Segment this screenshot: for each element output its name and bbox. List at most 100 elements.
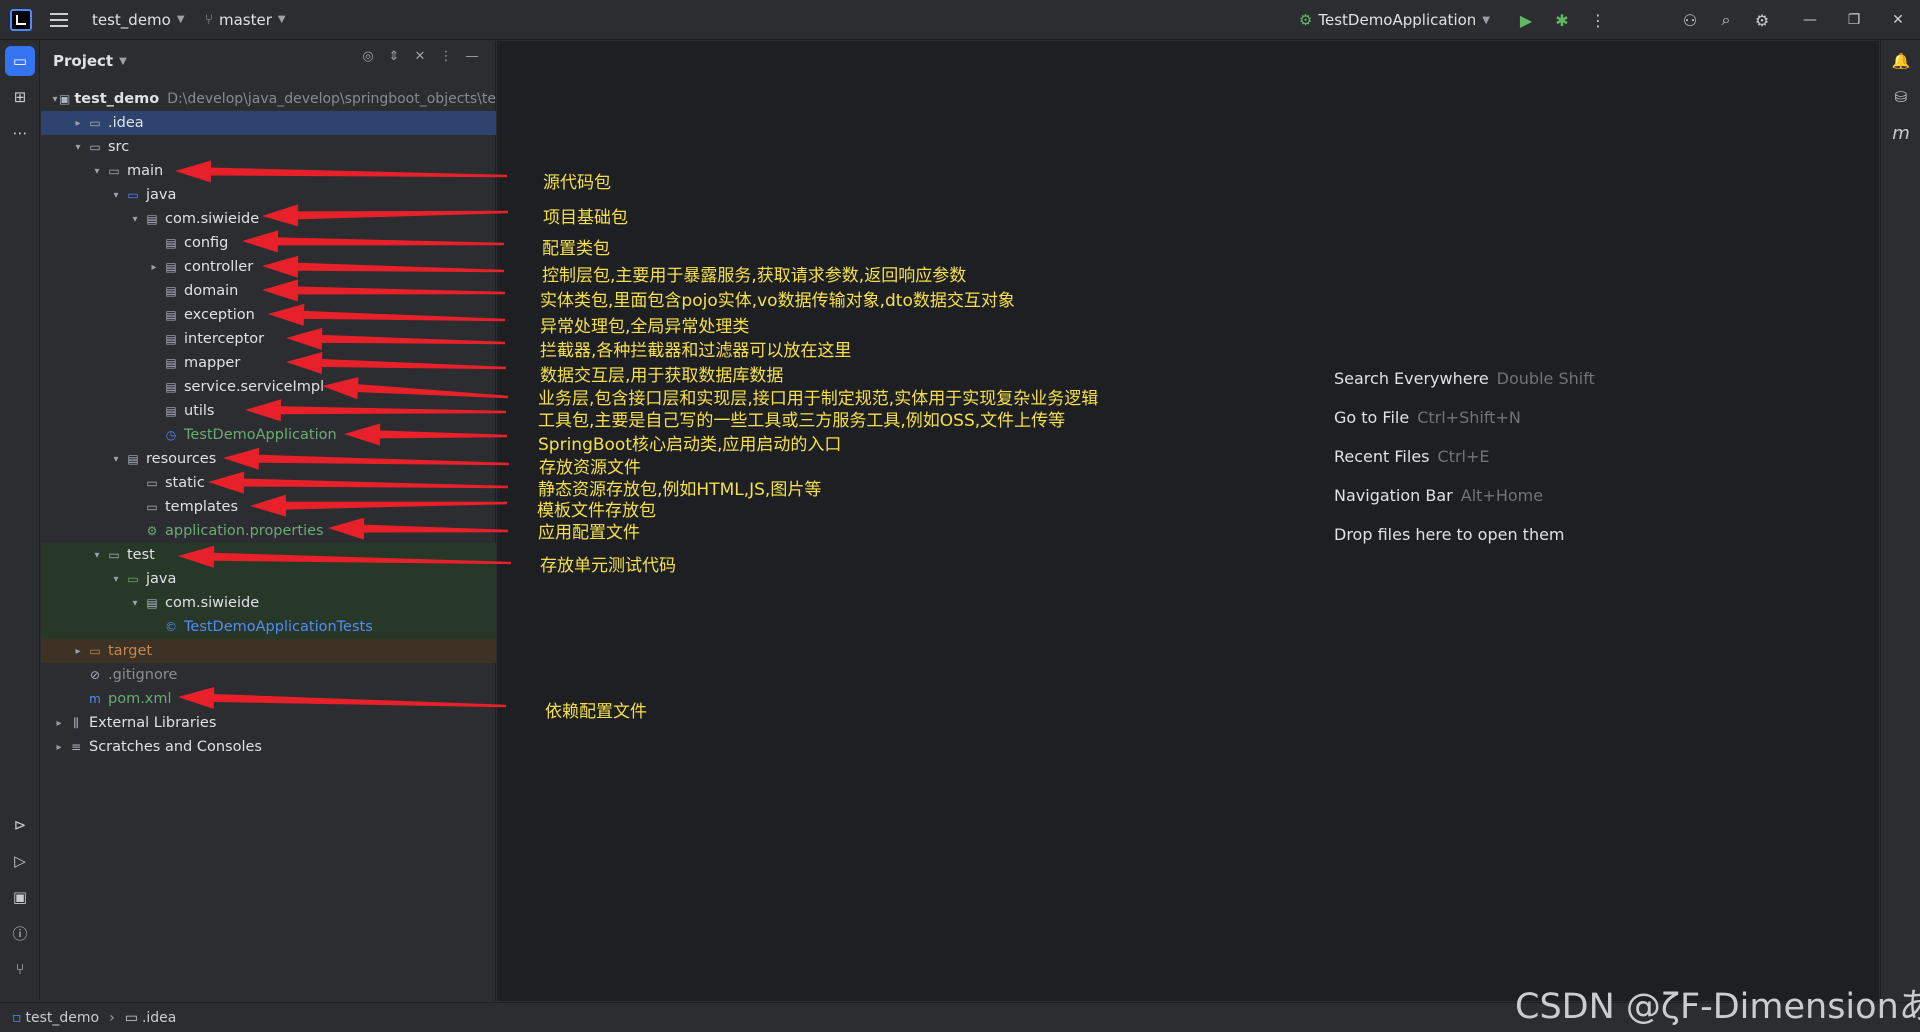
settings-gear-icon[interactable]: ⚙ — [1748, 6, 1776, 34]
chevron-right-icon[interactable]: ▸ — [51, 718, 67, 729]
chevron-down-icon[interactable]: ▾ — [51, 94, 59, 105]
tree-item[interactable]: ◷ TestDemoApplication — [41, 423, 496, 447]
chevron-down-icon[interactable]: ▾ — [108, 574, 124, 585]
branch-switcher[interactable]: ⑂ master ▼ — [195, 0, 296, 39]
run-icon[interactable]: ▶ — [1512, 6, 1540, 34]
source-folder-icon: ▭ — [127, 188, 139, 202]
project-tool-icon[interactable]: ▭ — [5, 46, 35, 76]
breadcrumb-folder[interactable]: .idea — [142, 1010, 176, 1026]
tree-item-label: TestDemoApplicationTests — [184, 619, 373, 635]
hint-search-everywhere: Search Everywhere Double Shift — [1334, 369, 1595, 388]
tree-item-label: src — [108, 139, 130, 155]
tree-item[interactable]: ⚙ application.properties — [41, 519, 496, 543]
git-icon[interactable]: ⑂ — [5, 954, 35, 984]
debug-icon[interactable]: ✱ — [1548, 6, 1576, 34]
folder-icon: ▭ — [89, 644, 101, 658]
annotation-note: 项目基础包 — [543, 208, 628, 228]
tree-item[interactable]: ▤ interceptor — [41, 327, 496, 351]
more-actions-icon[interactable]: ⋮ — [1584, 6, 1612, 34]
tree-item[interactable]: © TestDemoApplicationTests — [41, 615, 496, 639]
run-configuration-selector[interactable]: ⚙ TestDemoApplication ▼ — [1299, 11, 1490, 29]
spring-boot-icon: ⚙ — [1298, 11, 1313, 29]
tree-item[interactable]: ▸ ≡ Scratches and Consoles — [41, 735, 496, 759]
minimize-button[interactable]: — — [1788, 0, 1832, 40]
tree-item[interactable]: ▸ ⫼ External Libraries — [41, 711, 496, 735]
chevron-right-icon[interactable]: ▸ — [70, 118, 86, 129]
tree-item[interactable]: ▾ ▤ com.siwieide — [41, 207, 496, 231]
locate-icon[interactable]: ◎ — [355, 49, 381, 64]
terminal-icon[interactable]: ▣ — [5, 882, 35, 912]
spring-class-icon: ◷ — [165, 428, 177, 442]
account-icon[interactable]: ⚇ — [1676, 6, 1704, 34]
services-icon[interactable]: ⊳ — [5, 810, 35, 840]
tree-item[interactable]: ▸ ▭ target — [41, 639, 496, 663]
restore-button[interactable]: ❐ — [1832, 0, 1876, 40]
hint-action: Recent Files — [1334, 447, 1430, 466]
close-window-button[interactable]: ✕ — [1876, 0, 1920, 40]
tree-item[interactable]: ▤ service.serviceImpl — [41, 375, 496, 399]
hide-panel-icon[interactable]: — — [459, 49, 485, 64]
tree-item[interactable]: ▭ static — [41, 471, 496, 495]
tree-item-label: utils — [184, 403, 215, 419]
tree-item[interactable]: ▾ ▤ resources — [41, 447, 496, 471]
chevron-down-icon: ▼ — [119, 55, 127, 67]
hint-action: Navigation Bar — [1334, 486, 1453, 505]
notifications-icon[interactable]: 🔔 — [1886, 46, 1916, 76]
tree-item[interactable]: ▾ ▤ com.siwieide — [41, 591, 496, 615]
project-switcher[interactable]: test_demo ▼ — [82, 0, 195, 39]
editor-empty-area[interactable]: Search Everywhere Double Shift Go to File… — [497, 41, 1879, 1001]
tree-item[interactable]: ▾ ▭ java — [41, 567, 496, 591]
folder-icon: ▭ — [89, 116, 101, 130]
tree-item[interactable]: ▾ ▭ main — [41, 159, 496, 183]
properties-icon: ⚙ — [146, 524, 158, 538]
breadcrumb-project[interactable]: test_demo — [26, 1010, 100, 1026]
intellij-logo-icon — [10, 8, 32, 31]
chevron-down-icon[interactable]: ▾ — [127, 214, 143, 225]
tree-item[interactable]: ▤ domain — [41, 279, 496, 303]
tree-item[interactable]: ⊘ .gitignore — [41, 663, 496, 687]
tree-item-label: TestDemoApplication — [184, 427, 337, 443]
more-tools-icon[interactable]: ⋯ — [5, 118, 35, 148]
tree-item[interactable]: ▤ mapper — [41, 351, 496, 375]
tree-item[interactable]: ▾ ▣ test_demo D:\develop\java_develop\sprin… — [41, 87, 496, 111]
chevron-down-icon[interactable]: ▾ — [89, 166, 105, 177]
run-tool-icon[interactable]: ▷ — [5, 846, 35, 876]
tree-item[interactable]: ▾ ▭ test — [41, 543, 496, 567]
main-menu-icon[interactable] — [50, 12, 68, 27]
tree-item[interactable]: ▤ config — [41, 231, 496, 255]
project-panel-title[interactable]: Project — [53, 52, 113, 70]
tree-item[interactable]: ▾ ▭ src — [41, 135, 496, 159]
tree-item[interactable]: ▸ ▤ controller — [41, 255, 496, 279]
chevron-down-icon[interactable]: ▾ — [108, 454, 124, 465]
chevron-right-icon[interactable]: ▸ — [146, 262, 162, 273]
chevron-down-icon[interactable]: ▾ — [89, 550, 105, 561]
expand-collapse-icon[interactable]: ⇕ — [381, 49, 407, 64]
tree-item[interactable]: ▤ exception — [41, 303, 496, 327]
options-icon[interactable]: ⋮ — [433, 49, 459, 64]
maven-tool-icon[interactable]: m — [1886, 118, 1916, 148]
problems-icon[interactable]: ⓘ — [5, 918, 35, 948]
chevron-right-icon[interactable]: ▸ — [70, 646, 86, 657]
tree-item[interactable]: ▭ templates — [41, 495, 496, 519]
database-icon[interactable]: ⛁ — [1886, 82, 1916, 112]
tree-item-label: test — [127, 547, 155, 563]
hint-action: Search Everywhere — [1334, 369, 1489, 388]
structure-tool-icon[interactable]: ⊞ — [5, 82, 35, 112]
chevron-down-icon[interactable]: ▾ — [70, 142, 86, 153]
tree-item-label: main — [127, 163, 164, 179]
folder-icon: ▭ — [89, 140, 101, 154]
chevron-right-icon[interactable]: ▸ — [51, 742, 67, 753]
chevron-down-icon[interactable]: ▾ — [127, 598, 143, 609]
chevron-down-icon: ▼ — [277, 14, 286, 25]
folder-icon: ▭ — [108, 164, 120, 178]
hint-action: Drop files here to open them — [1334, 525, 1565, 544]
tree-item[interactable]: ▤ utils — [41, 399, 496, 423]
chevron-down-icon[interactable]: ▾ — [108, 190, 124, 201]
tree-item[interactable]: ▾ ▭ java — [41, 183, 496, 207]
hint-action: Go to File — [1334, 408, 1410, 427]
search-icon[interactable]: ⌕ — [1712, 6, 1740, 34]
collapse-all-icon[interactable]: ✕ — [407, 49, 433, 64]
tree-item[interactable]: m pom.xml — [41, 687, 496, 711]
package-icon: ▤ — [165, 284, 177, 298]
tree-item[interactable]: ▸ ▭ .idea — [41, 111, 496, 135]
